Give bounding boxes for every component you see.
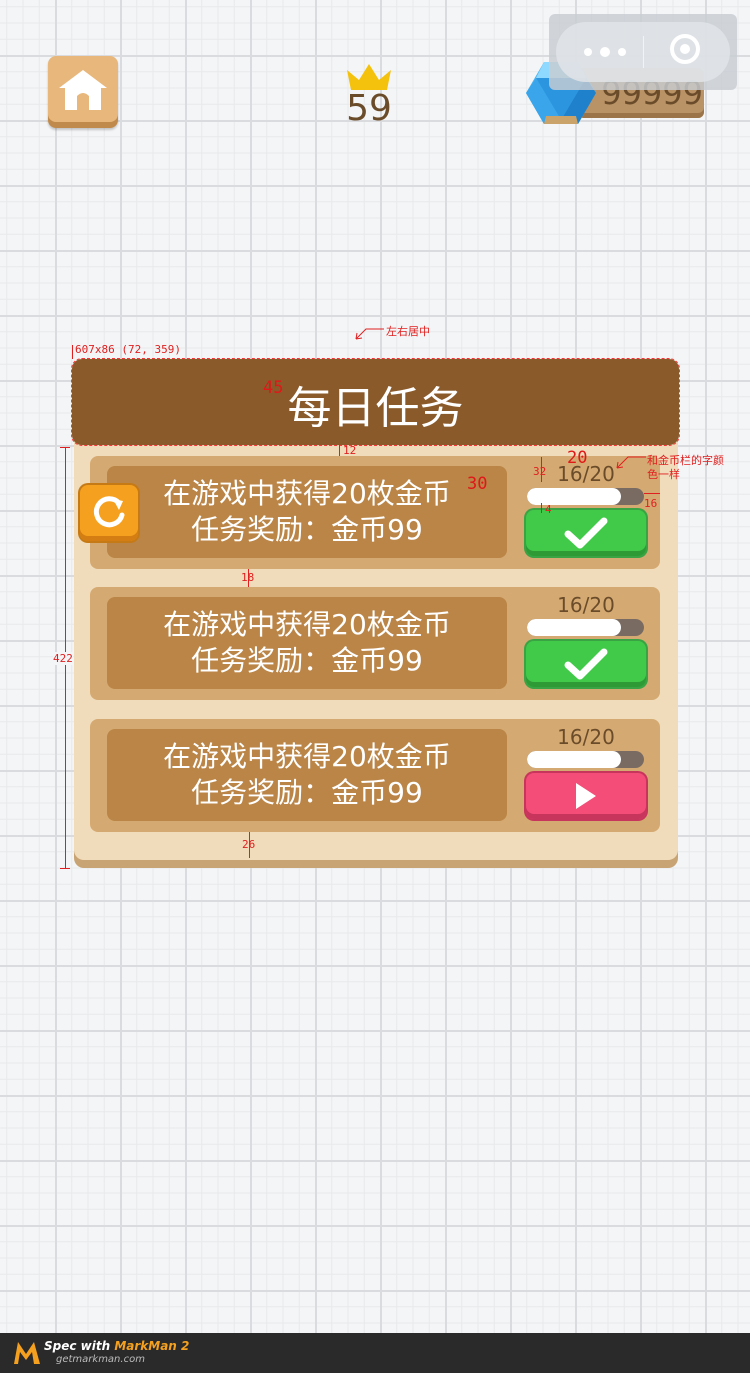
task-description: 在游戏中获得20枚金币: [163, 477, 451, 510]
task-reward: 任务奖励：金币99: [191, 644, 423, 677]
gap-line: [339, 445, 340, 456]
progress-label-height-annotation: 32: [533, 465, 547, 478]
height-total-annotation: 422: [53, 652, 73, 665]
margin-line: [644, 493, 660, 494]
level-number: 59: [346, 88, 392, 129]
claim-button[interactable]: [526, 510, 646, 556]
task-reward: 任务奖励：金币99: [191, 513, 423, 546]
color-note-line2: 色一样: [647, 468, 680, 481]
progress-label: 16/20: [557, 593, 615, 617]
task-description: 在游戏中获得20枚金币: [163, 608, 451, 641]
task-font-size-annotation: 30: [467, 474, 488, 494]
progress-fill: [527, 751, 621, 768]
progress-font-size-annotation: 20: [567, 448, 588, 468]
refresh-button[interactable]: [80, 485, 138, 541]
check-icon: [564, 648, 608, 680]
close-circle-icon[interactable]: [670, 34, 700, 64]
right-margin-annotation: 16: [644, 497, 658, 510]
task-text-box: 在游戏中获得20枚金币 任务奖励：金币99: [107, 466, 507, 558]
footer-brand: MarkMan 2: [114, 1339, 190, 1353]
footer-title: Spec with MarkMan 2: [44, 1339, 189, 1353]
progress-bar: [527, 619, 644, 636]
task-card: 在游戏中获得20枚金币 任务奖励：金币99 16/20: [90, 719, 660, 832]
box-info-annotation: 607x86 (72, 359): [75, 343, 181, 356]
more-icon[interactable]: [580, 44, 636, 60]
color-note-arrow: [616, 456, 646, 469]
footer-url: getmarkman.com: [56, 1354, 145, 1365]
task-card: 在游戏中获得20枚金币 任务奖励：金币99 16/20: [90, 587, 660, 700]
task-card: 在游戏中获得20枚金币 任务奖励：金币99 16/20: [90, 456, 660, 569]
progress-label: 16/20: [557, 725, 615, 749]
task-description: 在游戏中获得20枚金币: [163, 740, 451, 773]
gap-line: [541, 503, 542, 513]
height-line-cap: [60, 868, 70, 869]
title-font-size-annotation: 45: [263, 378, 284, 398]
progress-bar: [527, 751, 644, 768]
center-note: 左右居中: [386, 325, 430, 338]
home-icon: [59, 70, 107, 110]
task-reward: 任务奖励：金币99: [191, 776, 423, 809]
play-icon: [576, 783, 596, 809]
capsule-divider: [643, 36, 644, 68]
bar-button-gap-annotation: 4: [545, 503, 552, 516]
gap-title-annotation: 12: [343, 444, 357, 457]
refresh-icon: [93, 496, 125, 528]
task-text-box: 在游戏中获得20枚金币 任务奖励：金币99: [107, 597, 507, 689]
guide-line: [72, 345, 73, 359]
footer-title-prefix: Spec with: [44, 1339, 115, 1353]
play-button[interactable]: [526, 773, 646, 819]
menu-capsule: [549, 14, 737, 90]
home-button[interactable]: [48, 56, 118, 128]
claim-button[interactable]: [526, 641, 646, 687]
task-text-box: 在游戏中获得20枚金币 任务奖励：金币99: [107, 729, 507, 821]
check-icon: [564, 517, 608, 549]
gap-cards-annotation: 18: [241, 571, 255, 584]
dialog-title: 每日任务: [287, 383, 464, 434]
progress-fill: [527, 619, 621, 636]
gap-bottom-annotation: 26: [242, 838, 256, 851]
height-line-cap: [60, 447, 70, 448]
center-note-arrow: [355, 328, 384, 340]
markman-logo: [14, 1342, 40, 1364]
